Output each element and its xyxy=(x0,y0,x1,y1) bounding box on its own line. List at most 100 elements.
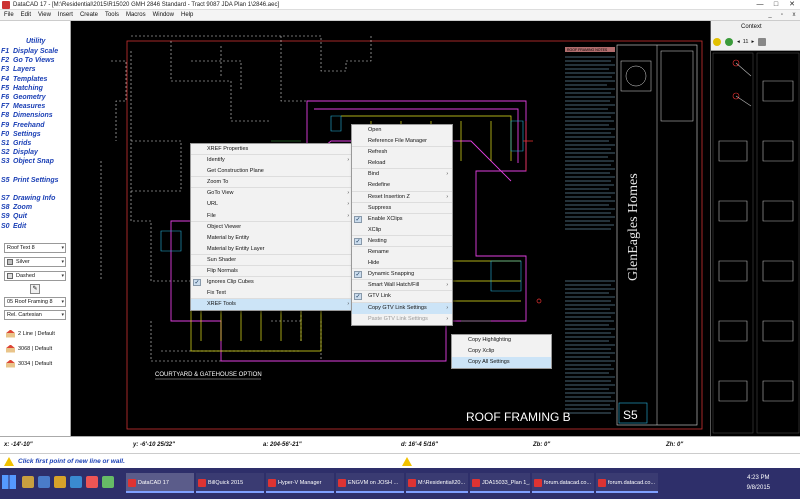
function-key-layers[interactable]: F3 Layers xyxy=(0,65,71,74)
text-style-select[interactable]: Roof Text 8 ▾ xyxy=(4,243,66,253)
menu-item-copy-all-settings[interactable]: Copy All Settings xyxy=(452,357,551,369)
menu-create[interactable]: Create xyxy=(80,12,98,18)
menu-macros[interactable]: Macros xyxy=(126,12,146,18)
function-key-hatching[interactable]: F5 Hatching xyxy=(0,84,71,93)
page-nav-right[interactable]: ▸ xyxy=(751,39,754,45)
menu-item-material-by-entity[interactable]: Material by Entity xyxy=(191,233,353,244)
menu-item-nesting[interactable]: ✓ Nesting xyxy=(352,236,452,248)
page-nav-left[interactable]: ◂ xyxy=(737,39,740,45)
symbol-3068-button[interactable]: 3068 | Default xyxy=(6,344,66,355)
menu-help[interactable]: Help xyxy=(181,12,193,18)
menu-item-ignores-clip-cubes[interactable]: ✓ Ignores Clip Cubes xyxy=(191,277,353,288)
warning-icon[interactable] xyxy=(402,457,412,466)
menu-item-zoom-to[interactable]: Zoom To xyxy=(191,177,353,189)
menu-view[interactable]: View xyxy=(38,12,51,18)
menu-item-gtv-link[interactable]: ✓ GTV Link xyxy=(352,291,452,303)
menu-item-enable-xclips[interactable]: ✓ Enable XClips xyxy=(352,214,452,225)
menu-item-bind[interactable]: Bind › xyxy=(352,169,452,180)
function-key-zoom[interactable]: S8 Zoom xyxy=(0,203,71,212)
taskbar-item-jda[interactable]: JDA15033_Plan 1_... xyxy=(470,473,530,493)
mdi-minimize-button[interactable]: _ xyxy=(764,10,776,21)
menu-item-goto-view[interactable]: GoTo View › xyxy=(191,188,353,199)
line-type-select[interactable]: Dashed ▾ xyxy=(4,271,66,281)
layer-icon[interactable] xyxy=(725,38,733,46)
taskbar-item-forum-1[interactable]: forum.datacad.co... xyxy=(532,473,594,493)
menu-item-file[interactable]: File › xyxy=(191,211,353,222)
menu-item-flip-normals[interactable]: Flip Normals xyxy=(191,266,353,278)
menu-item-suppress[interactable]: Suppress xyxy=(352,203,452,214)
mdi-close-button[interactable]: x xyxy=(788,10,800,21)
menu-item-hide[interactable]: Hide xyxy=(352,258,452,270)
function-key-edit[interactable]: S0 Edit xyxy=(0,222,71,231)
function-key-display[interactable]: S2 Display xyxy=(0,148,71,157)
menu-window[interactable]: Window xyxy=(153,12,174,18)
taskbar-item-billquick[interactable]: BillQuick 2015 xyxy=(196,473,264,493)
settings-icon[interactable] xyxy=(758,38,767,46)
start-button[interactable] xyxy=(2,475,16,489)
menu-item-xclip[interactable]: XClip xyxy=(352,225,452,236)
folder-icon[interactable] xyxy=(54,476,66,488)
taskbar-item-engvm[interactable]: ENGVM on JOSH ... xyxy=(336,473,404,493)
app-icon[interactable] xyxy=(70,476,82,488)
app-icon[interactable] xyxy=(86,476,98,488)
menu-item-sun-shader[interactable]: Sun Shader xyxy=(191,255,353,267)
function-key-print-settings[interactable]: S5 Print Settings xyxy=(0,176,71,185)
function-key-settings[interactable]: F0 Settings xyxy=(0,130,71,139)
menu-item-xref-properties[interactable]: XREF Properties xyxy=(191,144,353,156)
function-key-dimensions[interactable]: F8 Dimensions xyxy=(0,111,71,120)
menu-file[interactable]: File xyxy=(4,12,14,18)
symbol-2-line-button[interactable]: 2 Line | Default xyxy=(6,329,66,340)
layer-select[interactable]: 05 Roof Framing 8 ▾ xyxy=(4,297,66,307)
menu-edit[interactable]: Edit xyxy=(21,12,31,18)
function-key-quit[interactable]: S9 Quit xyxy=(0,212,71,221)
maximize-button[interactable]: □ xyxy=(768,0,784,10)
taskbar-item-residential[interactable]: M:\Residential\20... xyxy=(406,473,468,493)
taskbar-item-datacad[interactable]: DataCAD 17 xyxy=(126,473,194,493)
menu-item-copy-highlighting[interactable]: Copy Highlighting xyxy=(452,335,551,346)
function-key-drawing-info[interactable]: S7 Drawing Info xyxy=(0,194,71,203)
menu-item-copy-gtv-link-settings[interactable]: Copy GTV Link Settings › xyxy=(352,302,452,314)
function-key-templates[interactable]: F4 Templates xyxy=(0,75,71,84)
function-key-go-to-views[interactable]: F2 Go To Views xyxy=(0,56,71,65)
menu-insert[interactable]: Insert xyxy=(58,12,73,18)
function-key-display-scale[interactable]: F1 Display Scale xyxy=(0,47,71,56)
menu-item-get-construction-plane[interactable]: Get Construction Plane xyxy=(191,166,353,178)
menu-item-reload[interactable]: Reload xyxy=(352,158,452,170)
app-icon[interactable] xyxy=(102,476,114,488)
menu-item-redefine[interactable]: Redefine xyxy=(352,180,452,192)
app-icon[interactable] xyxy=(38,476,50,488)
menu-item-reference-file-manager[interactable]: Reference File Manager xyxy=(352,136,452,148)
menu-item-dynamic-snapping[interactable]: ✓ Dynamic Snapping xyxy=(352,269,452,281)
menu-item-identify[interactable]: Identify › xyxy=(191,155,353,166)
taskbar-item-hyperv[interactable]: Hyper-V Manager xyxy=(266,473,334,493)
menu-item-copy-xclip[interactable]: Copy Xclip xyxy=(452,346,551,357)
menu-item-open[interactable]: Open xyxy=(352,125,452,136)
pin-icon[interactable]: ✎ xyxy=(30,284,40,294)
menu-item-url[interactable]: URL › xyxy=(191,199,353,210)
menu-item-reset-insertion-z[interactable]: Reset Insertion Z › xyxy=(352,192,452,203)
color-select[interactable]: Silver ▾ xyxy=(4,257,66,267)
menu-item-smart-wall-hatch-fill[interactable]: Smart Wall Hatch/Fill › xyxy=(352,280,452,292)
menu-item-object-viewer[interactable]: Object Viewer xyxy=(191,222,353,233)
close-button[interactable]: ✕ xyxy=(784,0,800,10)
function-key-object-snap[interactable]: S3 Object Snap xyxy=(0,157,71,166)
function-key-measures[interactable]: F7 Measures xyxy=(0,102,71,111)
symbol-browser[interactable] xyxy=(711,51,800,436)
function-key-grids[interactable]: S1 Grids xyxy=(0,139,71,148)
function-key-geometry[interactable]: F6 Geometry xyxy=(0,93,71,102)
mdi-restore-button[interactable]: ▫ xyxy=(776,10,788,21)
taskbar-item-forum-2[interactable]: forum.datacad.co... xyxy=(596,473,658,493)
coordinate-mode-select[interactable]: Rel. Cartesian ▾ xyxy=(4,310,66,320)
menu-item-xref-tools[interactable]: XREF Tools › xyxy=(191,299,353,311)
menu-item-rename[interactable]: Rename xyxy=(352,247,452,258)
system-clock[interactable]: 4:23 PM 9/8/2015 xyxy=(747,473,770,493)
function-key-freehand[interactable]: F9 Freehand xyxy=(0,121,71,130)
symbol-3034-button[interactable]: 3034 | Default xyxy=(6,359,66,370)
explorer-icon[interactable] xyxy=(22,476,34,488)
menu-item-fix-text[interactable]: Fix Text xyxy=(191,288,353,300)
minimize-button[interactable]: — xyxy=(752,0,768,10)
menu-item-refresh[interactable]: Refresh xyxy=(352,147,452,158)
menu-item-material-by-entity-layer[interactable]: Material by Entity Layer xyxy=(191,244,353,255)
menu-tools[interactable]: Tools xyxy=(105,12,119,18)
context-tab[interactable]: Context xyxy=(741,24,762,30)
